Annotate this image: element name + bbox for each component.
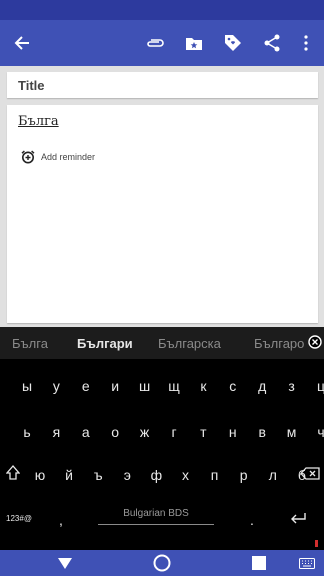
suggestion-item-primary[interactable]: Българи [77,336,133,351]
back-triangle-icon[interactable] [57,557,73,570]
shift-icon[interactable] [6,465,20,481]
key[interactable]: у [42,378,70,394]
key[interactable]: р [230,467,258,483]
key[interactable]: н [219,424,247,440]
folder-star-icon[interactable] [180,29,208,57]
key[interactable]: ь [13,424,41,440]
back-arrow-icon[interactable] [8,29,36,57]
close-suggestions-icon[interactable] [308,335,322,349]
status-bar [0,0,324,20]
period-key[interactable]: . [238,512,266,528]
key[interactable]: м [278,424,306,440]
key[interactable]: т [189,424,217,440]
add-reminder-button[interactable]: Add reminder [21,150,95,164]
key[interactable]: с [219,378,247,394]
app-bar [0,20,324,66]
key[interactable]: ф [142,467,170,483]
tag-icon[interactable] [219,29,247,57]
space-bar[interactable] [98,524,214,525]
alarm-add-icon [21,150,35,164]
add-reminder-label: Add reminder [41,152,96,162]
title-field[interactable]: Title [7,72,318,98]
symbols-key[interactable]: 123#@ [5,514,33,523]
key[interactable]: ю [26,467,54,483]
key[interactable]: е [72,378,100,394]
key[interactable]: й [55,467,83,483]
recents-square-icon[interactable] [252,556,266,570]
key[interactable]: п [201,467,229,483]
backspace-icon[interactable] [300,467,320,480]
home-circle-icon[interactable] [153,554,171,572]
key[interactable]: я [42,424,70,440]
more-vert-icon[interactable] [292,29,320,57]
key[interactable]: г [160,424,188,440]
key[interactable]: а [72,424,100,440]
share-icon[interactable] [258,29,286,57]
key[interactable]: э [113,467,141,483]
enter-icon[interactable] [289,512,307,524]
title-placeholder: Title [18,78,45,93]
note-body-field[interactable]: Бълга Add reminder [7,105,318,323]
attachment-icon[interactable] [141,29,169,57]
key[interactable]: о [101,424,129,440]
key[interactable]: ы [13,378,41,394]
key[interactable]: л [259,467,287,483]
suggestion-item[interactable]: Българо [254,336,306,351]
suggestion-item[interactable]: Българска [158,336,221,351]
comma-key[interactable]: , [47,512,75,528]
key[interactable]: в [248,424,276,440]
space-bar-label: Bulgarian BDS [123,508,189,519]
key[interactable]: щ [160,378,188,394]
key[interactable]: ъ [84,467,112,483]
suggestion-item[interactable]: Бълга [12,336,48,351]
keyboard-switch-icon[interactable] [299,558,315,569]
key[interactable]: з [278,378,306,394]
key[interactable]: ш [131,378,159,394]
key[interactable]: к [189,378,217,394]
key[interactable]: ц [307,378,324,394]
key[interactable]: и [101,378,129,394]
key[interactable]: ч [307,424,324,440]
key[interactable]: д [248,378,276,394]
key[interactable]: ж [131,424,159,440]
indicator-mark [315,540,318,547]
key[interactable]: х [172,467,200,483]
note-body-text: Бълга [18,114,59,129]
